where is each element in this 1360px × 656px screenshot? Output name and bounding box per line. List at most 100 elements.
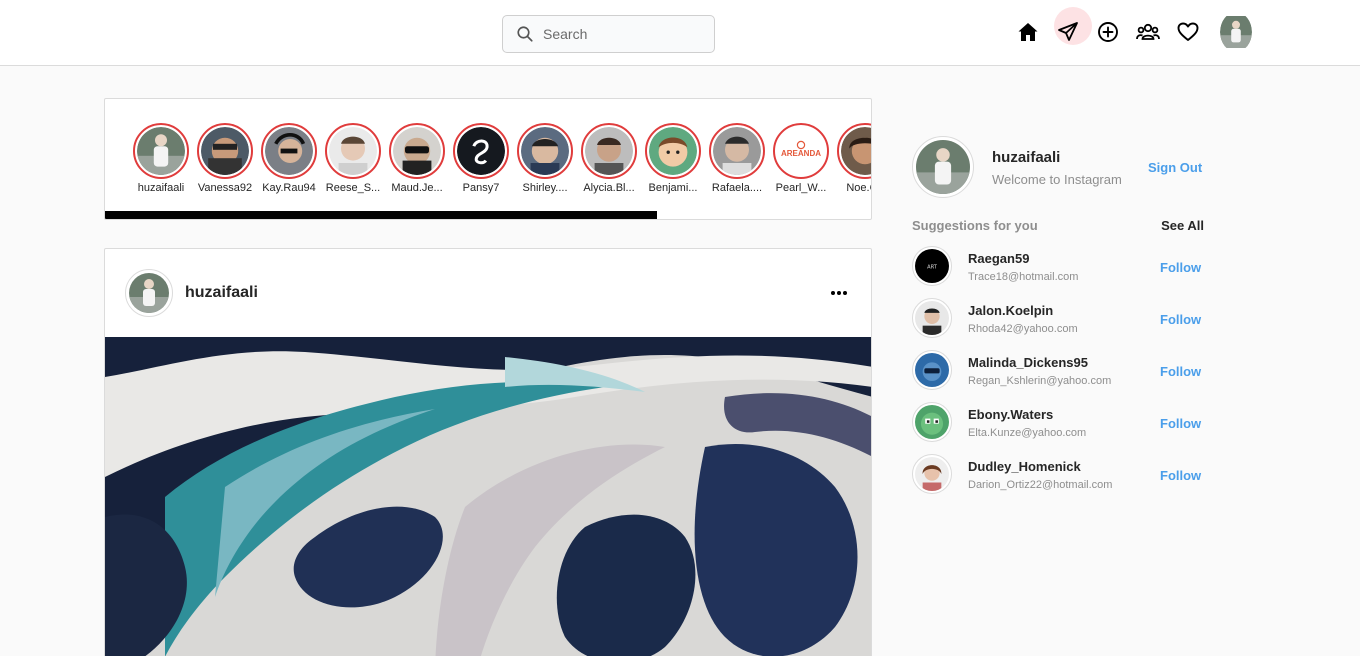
story-item[interactable]: Kay.Rau94 [257, 123, 321, 194]
story-item[interactable]: Shirley.... [513, 123, 577, 194]
story-item[interactable]: Reese_S... [321, 123, 385, 194]
suggestion-row: Dudley_Homenick Darion_Ortiz22@hotmail.co… [912, 454, 1204, 506]
stories-bar: huzaifaali Vanessa92 Kay.Rau94 Reese_S... Ma… [104, 98, 872, 220]
suggestion-email: Elta.Kunze@yahoo.com [968, 427, 1087, 439]
story-username: Noe.Ca [846, 182, 871, 194]
search-input[interactable] [543, 26, 703, 42]
current-user-subtitle: Welcome to Instagram [992, 172, 1122, 187]
post-author-avatar[interactable] [125, 269, 173, 317]
suggestion-username[interactable]: Dudley_Homenick [968, 459, 1081, 474]
top-navbar [0, 0, 1360, 66]
story-username: Kay.Rau94 [262, 182, 316, 194]
suggestion-username[interactable]: Jalon.Koelpin [968, 303, 1053, 318]
suggestion-row: Jalon.Koelpin Rhoda42@yahoo.com Follow [912, 298, 1204, 350]
paper-plane-icon[interactable] [1054, 7, 1092, 46]
story-username: Reese_S... [325, 182, 381, 194]
current-user-username[interactable]: huzaifaali [992, 149, 1060, 166]
post-author-username[interactable]: huzaifaali [185, 284, 258, 302]
story-ring[interactable] [709, 123, 765, 179]
story-ring[interactable] [581, 123, 637, 179]
stories-scrollbar[interactable] [105, 211, 657, 219]
search-icon [515, 24, 535, 44]
story-avatar [393, 127, 441, 175]
story-item[interactable]: Rafaela.... [705, 123, 769, 194]
current-user-avatar[interactable] [912, 136, 974, 198]
story-avatar [713, 127, 761, 175]
story-ring[interactable] [133, 123, 189, 179]
story-avatar [521, 127, 569, 175]
svg-text:ART: ART [927, 265, 938, 271]
story-avatar [649, 127, 697, 175]
story-item[interactable]: AREANDA Pearl_W... [769, 123, 833, 194]
follow-button[interactable]: Follow [1160, 416, 1201, 431]
story-avatar [201, 127, 249, 175]
profile-avatar[interactable] [1220, 12, 1252, 52]
story-avatar [457, 127, 505, 175]
suggestions-header: Suggestions for you See All [912, 218, 1204, 234]
story-username: Rafaela.... [711, 182, 763, 194]
story-ring[interactable] [453, 123, 509, 179]
plus-circle-icon[interactable] [1094, 18, 1122, 46]
suggestion-username[interactable]: Ebony.Waters [968, 407, 1053, 422]
follow-button[interactable]: Follow [1160, 260, 1201, 275]
story-ring[interactable] [197, 123, 253, 179]
story-username: Maud.Je... [391, 182, 443, 194]
suggestion-email: Trace18@hotmail.com [968, 271, 1079, 283]
story-avatar [137, 127, 185, 175]
search-box[interactable] [502, 15, 715, 53]
people-icon[interactable] [1134, 18, 1162, 46]
suggestion-avatar[interactable] [912, 298, 952, 338]
suggestion-username[interactable]: Malinda_Dickens95 [968, 355, 1088, 370]
story-username: Pearl_W... [775, 182, 827, 194]
story-username: Alycia.Bl... [583, 182, 635, 194]
suggestion-email: Regan_Kshlerin@yahoo.com [968, 375, 1112, 387]
suggestion-avatar[interactable]: ART [912, 246, 952, 286]
story-item[interactable]: huzaifaali [129, 123, 193, 194]
post-header: huzaifaali [105, 249, 871, 337]
suggestion-row: Malinda_Dickens95 Regan_Kshlerin@yahoo.co… [912, 350, 1204, 402]
story-avatar: AREANDA [777, 127, 825, 175]
follow-button[interactable]: Follow [1160, 468, 1201, 483]
story-username: Pansy7 [462, 182, 500, 194]
story-ring[interactable] [389, 123, 445, 179]
story-ring[interactable]: AREANDA [773, 123, 829, 179]
story-avatar [265, 127, 313, 175]
story-item[interactable]: Maud.Je... [385, 123, 449, 194]
suggestion-row: ART Raegan59 Trace18@hotmail.com Follow [912, 246, 1204, 298]
story-logo-text: AREANDA [781, 149, 821, 158]
story-item[interactable]: Vanessa92 [193, 123, 257, 194]
suggestion-email: Rhoda42@yahoo.com [968, 323, 1078, 335]
story-username: huzaifaali [137, 182, 185, 194]
suggestions-list: ART Raegan59 Trace18@hotmail.com Follow Jalo… [912, 246, 1204, 506]
story-ring[interactable] [645, 123, 701, 179]
follow-button[interactable]: Follow [1160, 312, 1201, 327]
story-avatar [329, 127, 377, 175]
story-avatar [841, 127, 871, 175]
story-ring[interactable] [325, 123, 381, 179]
story-username: Vanessa92 [197, 182, 253, 194]
post-image[interactable] [105, 337, 871, 656]
suggestion-avatar[interactable] [912, 350, 952, 390]
story-ring[interactable] [517, 123, 573, 179]
suggestions-title: Suggestions for you [912, 218, 1038, 233]
suggestion-row: Ebony.Waters Elta.Kunze@yahoo.com Follow [912, 402, 1204, 454]
nav-icon-group [1014, 7, 1252, 52]
story-avatar [585, 127, 633, 175]
heart-icon[interactable] [1174, 18, 1202, 46]
story-item[interactable]: Alycia.Bl... [577, 123, 641, 194]
more-options-icon[interactable] [827, 283, 851, 303]
see-all-link[interactable]: See All [1161, 218, 1204, 233]
story-ring[interactable] [837, 123, 871, 179]
suggestion-email: Darion_Ortiz22@hotmail.com [968, 479, 1113, 491]
post-card: huzaifaali [104, 248, 872, 656]
story-item[interactable]: Noe.Ca [833, 123, 871, 194]
home-icon[interactable] [1014, 18, 1042, 46]
sign-out-button[interactable]: Sign Out [1148, 160, 1202, 175]
story-item[interactable]: Pansy7 [449, 123, 513, 194]
suggestion-username[interactable]: Raegan59 [968, 251, 1029, 266]
suggestion-avatar[interactable] [912, 402, 952, 442]
suggestion-avatar[interactable] [912, 454, 952, 494]
story-ring[interactable] [261, 123, 317, 179]
story-item[interactable]: Benjami... [641, 123, 705, 194]
follow-button[interactable]: Follow [1160, 364, 1201, 379]
